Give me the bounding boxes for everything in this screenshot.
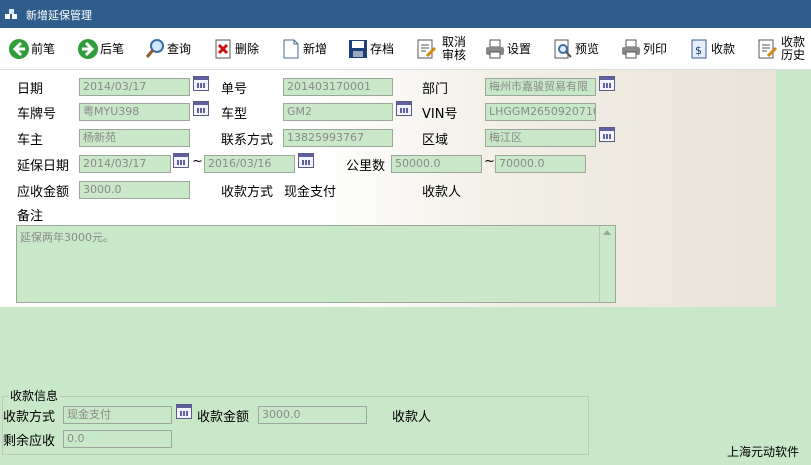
payment-method-label: 收款方式: [3, 410, 56, 425]
calendar-icon[interactable]: [193, 101, 209, 116]
payee-label: 收款人: [422, 185, 462, 200]
model-label: 车型: [221, 107, 248, 122]
preview-icon: [552, 38, 574, 60]
arrow-left-icon: [8, 38, 30, 60]
calendar-icon[interactable]: [173, 153, 189, 168]
print-button[interactable]: 列印: [620, 28, 667, 69]
payment-group-title: 收款信息: [8, 387, 61, 404]
settings-button[interactable]: 设置: [484, 28, 531, 69]
delete-doc-icon: [212, 38, 234, 60]
region-label: 区域: [422, 133, 449, 148]
region-field[interactable]: 梅江区: [485, 129, 596, 147]
printer-icon: [620, 38, 642, 60]
toolbar: 前笔 后笔 查询 删除 新增 存档 取消 审核 设置 预览 列印 $ 收款 收款…: [0, 28, 811, 70]
dept-label: 部门: [422, 82, 449, 97]
plate-field[interactable]: 粤MYU398: [79, 103, 190, 121]
printer-settings-icon: [484, 38, 506, 60]
collect-button[interactable]: $ 收款: [688, 28, 735, 69]
dept-field[interactable]: 梅州市嘉骏贸易有限: [485, 78, 596, 96]
remaining-field[interactable]: 0.0: [63, 430, 172, 448]
remarks-textarea[interactable]: 延保两年3000元。: [16, 225, 616, 303]
mileage-to-field[interactable]: 70000.0: [495, 155, 586, 173]
remaining-label: 剩余应收: [3, 434, 56, 449]
history-doc-icon: [756, 38, 778, 60]
scroll-up-icon[interactable]: [603, 230, 611, 235]
payment-payee-label: 收款人: [392, 410, 432, 425]
collect-history-button[interactable]: 收款 历史: [756, 28, 805, 69]
payment-amount-label: 收款金额: [197, 410, 250, 425]
vin-label: VIN号: [422, 107, 458, 122]
magnifier-icon: [144, 38, 166, 60]
payment-method-field[interactable]: 现金支付: [63, 406, 172, 424]
next-button[interactable]: 后笔: [77, 28, 124, 69]
remarks-text: 延保两年3000元。: [20, 231, 114, 244]
remarks-scrollbar[interactable]: [599, 226, 615, 302]
calendar-icon[interactable]: [193, 76, 209, 91]
plate-label: 车牌号: [17, 107, 57, 122]
audit-doc-icon: [415, 38, 437, 60]
delete-button[interactable]: 删除: [212, 28, 259, 69]
model-field[interactable]: GM2: [283, 103, 393, 121]
range-separator: ~: [192, 154, 203, 169]
query-button[interactable]: 查询: [144, 28, 191, 69]
remarks-label: 备注: [17, 209, 44, 224]
money-doc-icon: $: [688, 38, 710, 60]
preview-button[interactable]: 预览: [552, 28, 599, 69]
range-separator: ~: [484, 154, 495, 169]
owner-label: 车主: [17, 133, 44, 148]
mileage-label: 公里数: [346, 159, 386, 174]
warranty-start-field[interactable]: 2014/03/17: [79, 155, 171, 173]
brand-text: 上海元动软件: [727, 445, 800, 459]
pay-method-label: 收款方式: [221, 185, 274, 200]
mileage-from-field[interactable]: 50000.0: [391, 155, 482, 173]
receivable-label: 应收金额: [17, 185, 70, 200]
calendar-icon[interactable]: [298, 153, 314, 168]
order-no-label: 单号: [221, 82, 248, 97]
calendar-icon[interactable]: [599, 76, 615, 91]
new-button[interactable]: 新增: [280, 28, 327, 69]
date-field[interactable]: 2014/03/17: [79, 78, 190, 96]
calendar-icon[interactable]: [396, 101, 412, 116]
svg-text:$: $: [695, 44, 702, 57]
receivable-field[interactable]: 3000.0: [79, 181, 190, 199]
prev-button[interactable]: 前笔: [8, 28, 55, 69]
save-button[interactable]: 存档: [347, 28, 394, 69]
cancel-audit-button[interactable]: 取消 审核: [415, 28, 466, 69]
floppy-disk-icon: [347, 38, 369, 60]
payment-amount-field[interactable]: 3000.0: [258, 406, 367, 424]
calendar-icon[interactable]: [599, 127, 615, 142]
app-icon: [5, 9, 17, 19]
contact-field[interactable]: 13825993767: [283, 129, 393, 147]
calendar-icon[interactable]: [176, 404, 192, 419]
title-bar: 新增延保管理: [0, 0, 811, 28]
vin-field[interactable]: LHGGM265092071093: [485, 103, 596, 121]
date-label: 日期: [17, 82, 44, 97]
arrow-right-icon: [77, 38, 99, 60]
owner-field[interactable]: 杨新苑: [79, 129, 190, 147]
new-doc-icon: [280, 38, 302, 60]
order-no-field[interactable]: 201403170001: [283, 78, 393, 96]
warranty-end-field[interactable]: 2016/03/16: [204, 155, 295, 173]
contact-label: 联系方式: [221, 133, 274, 148]
window-title: 新增延保管理: [26, 9, 92, 22]
pay-method-value: 现金支付: [284, 185, 337, 200]
warranty-date-label: 延保日期: [17, 159, 70, 174]
